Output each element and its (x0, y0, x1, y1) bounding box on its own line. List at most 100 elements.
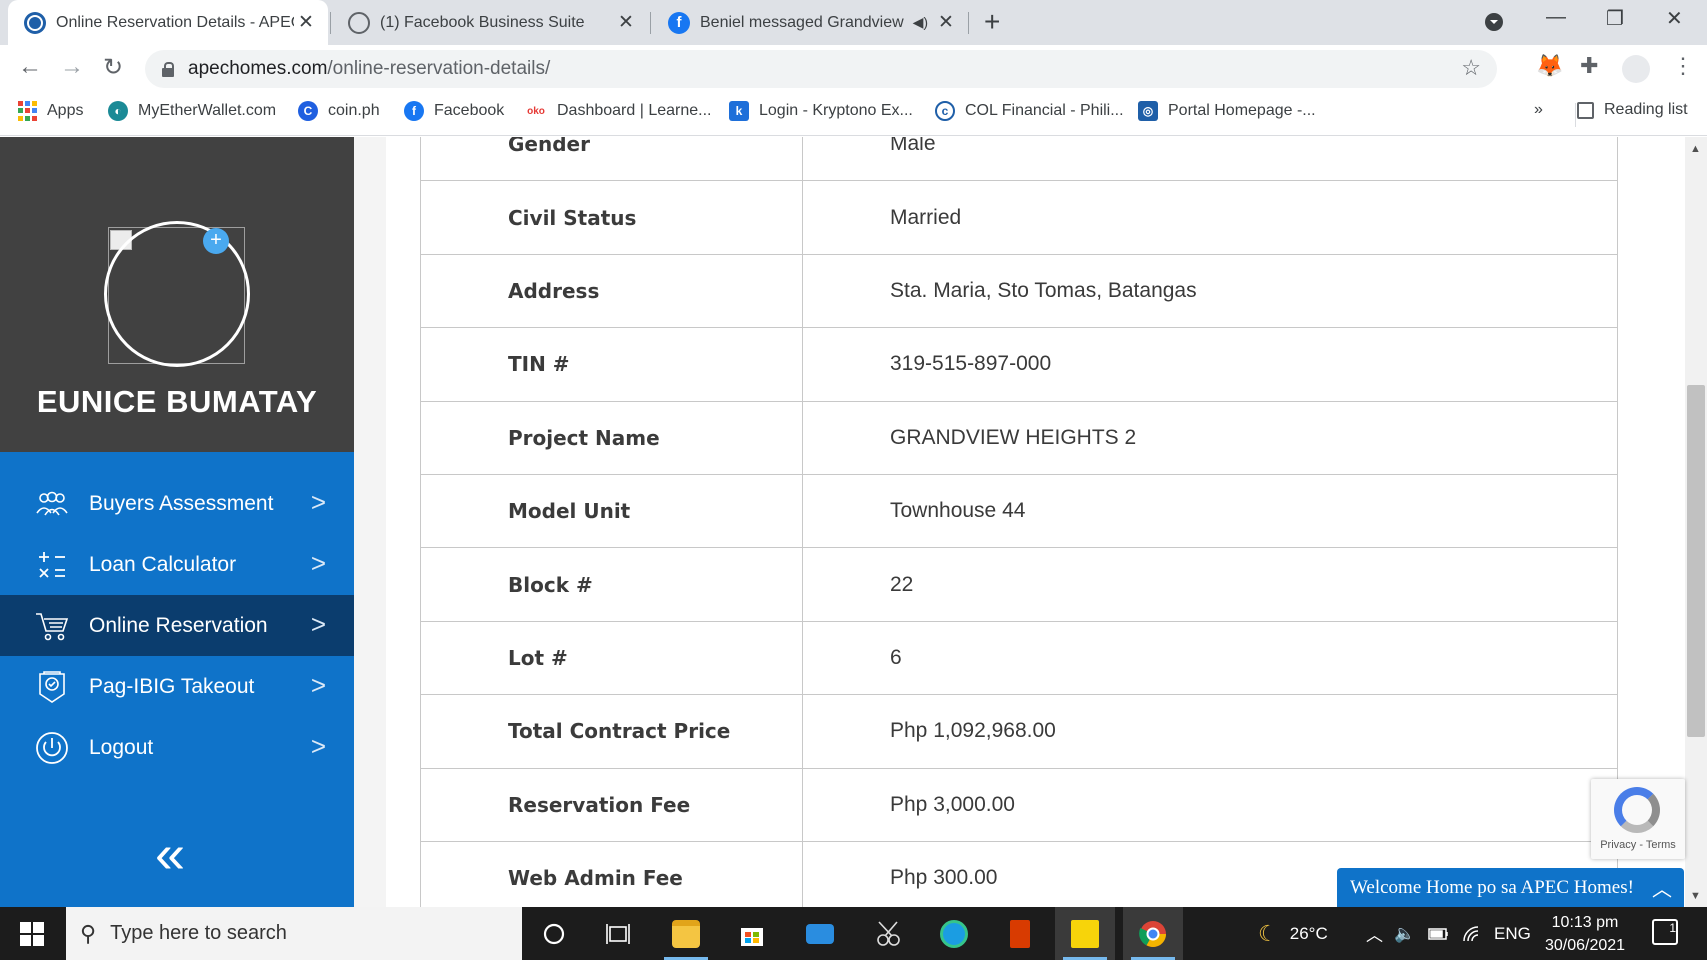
bookmark-star-icon[interactable]: ☆ (1461, 55, 1481, 81)
battery-icon[interactable] (1428, 907, 1450, 960)
mail-icon[interactable] (790, 907, 850, 960)
collapse-sidebar-icon[interactable]: « (155, 827, 185, 881)
bookmark-dashboard[interactable]: oko Dashboard | Learne... (525, 101, 711, 121)
clock-time: 10:13 pm (1551, 914, 1619, 931)
edge-icon[interactable] (924, 907, 984, 960)
reading-list-icon (1577, 101, 1594, 119)
speaker-icon[interactable]: ◀) (913, 14, 928, 31)
task-view-icon[interactable] (588, 907, 648, 960)
chevron-up-icon[interactable]: ︿ (1652, 873, 1672, 902)
facebook-icon: f (668, 11, 690, 34)
col-financial-icon: c (935, 101, 955, 121)
store-icon[interactable] (722, 907, 782, 960)
reservation-details: Gender Male Civil Status Married Address Sta.… (420, 137, 1618, 907)
myetherwallet-icon: ◐ (108, 101, 128, 121)
recaptcha-badge[interactable]: Privacy - Terms (1591, 779, 1685, 859)
profile-header: + EUNICE BUMATAY (0, 137, 354, 452)
bookmark-portal[interactable]: ◎ Portal Homepage -... (1138, 101, 1316, 121)
forward-icon[interactable]: → (60, 53, 84, 81)
bookmark-label: Dashboard | Learne... (557, 102, 712, 119)
scrollbar-thumb[interactable] (1687, 385, 1705, 737)
profile-avatar[interactable] (1622, 55, 1650, 83)
close-tab-icon[interactable]: ✕ (614, 11, 638, 34)
sidebar-item-online-reservation[interactable]: Online Reservation > (0, 595, 354, 656)
clock[interactable]: 10:13 pm 30/06/2021 (1530, 911, 1640, 957)
menu-label: Buyers Assessment (89, 491, 274, 515)
windows-start-icon[interactable] (20, 922, 44, 946)
chevron-right-icon: > (310, 487, 326, 517)
more-bookmarks-button[interactable]: » (1534, 101, 1543, 119)
volume-icon[interactable]: 🔈 (1394, 907, 1415, 960)
bookmark-coinph[interactable]: C coin.ph (298, 101, 380, 121)
bookmark-col-financial[interactable]: c COL Financial - Phili... (935, 101, 1124, 121)
upload-photo-icon[interactable]: + (203, 228, 229, 254)
close-window-icon[interactable]: ✕ (1666, 6, 1683, 31)
extensions-icon[interactable]: ✚ (1580, 53, 1598, 79)
sticky-notes-icon[interactable] (1055, 907, 1115, 960)
sidebar-item-logout[interactable]: Logout > (0, 717, 354, 778)
address-bar[interactable]: apechomes.com/online-reservation-details… (145, 50, 1497, 88)
close-tab-icon[interactable]: ✕ (294, 11, 318, 34)
metamask-icon[interactable]: 🦊 (1536, 53, 1563, 79)
new-tab-button[interactable]: + (984, 6, 1000, 38)
bookmark-label: Apps (47, 102, 84, 119)
wifi-icon[interactable] (1462, 907, 1482, 960)
detail-label: Reservation Fee (420, 767, 803, 842)
tab-search-icon[interactable] (1484, 12, 1504, 38)
detail-label: Lot # (420, 620, 803, 696)
detail-label: Gender (420, 137, 803, 182)
tab-title: (1) Facebook Business Suite (380, 13, 585, 31)
reload-icon[interactable]: ↻ (103, 53, 123, 82)
reading-list-button[interactable]: Reading list (1575, 101, 1688, 119)
snipping-tool-icon[interactable] (858, 907, 918, 960)
tab-facebook-business[interactable]: (1) Facebook Business Suite ✕ (332, 0, 648, 45)
search-placeholder: Type here to search (110, 922, 287, 944)
weather-widget[interactable]: ☾ 26°C (1258, 907, 1328, 960)
detail-value: 319-515-897-000 (802, 327, 1618, 402)
bookmark-label: COL Financial - Phili... (965, 102, 1124, 119)
detail-label: Web Admin Fee (420, 840, 803, 907)
browser-tab-strip: Online Reservation Details - APEC ✕ (1) … (0, 0, 1707, 45)
language-indicator[interactable]: ENG (1494, 907, 1531, 960)
scroll-up-icon[interactable]: ▲ (1690, 143, 1701, 155)
taskbar-search[interactable]: ⚲ Type here to search (66, 907, 522, 960)
show-hidden-icons[interactable]: ︿ (1366, 907, 1383, 960)
clock-date: 30/06/2021 (1544, 937, 1626, 954)
more-menu-icon[interactable]: ⋮ (1672, 53, 1694, 79)
detail-value: Married (802, 180, 1618, 255)
chevron-right-icon: > (310, 609, 326, 639)
minimize-icon[interactable]: — (1546, 6, 1566, 29)
portal-icon: ◎ (1138, 101, 1158, 121)
tab-facebook-message[interactable]: f Beniel messaged Grandview ◀) ✕ (652, 0, 968, 45)
chrome-icon[interactable] (1123, 907, 1183, 960)
close-tab-icon[interactable]: ✕ (934, 11, 958, 34)
bookmark-apps[interactable]: Apps (18, 101, 83, 121)
sidebar-item-pagibig-takeout[interactable]: Pag-IBIG Takeout > (0, 656, 354, 717)
detail-label: Civil Status (420, 180, 803, 255)
reading-list-label: Reading list (1604, 101, 1688, 118)
tab-title: Online Reservation Details - APEC (56, 13, 294, 31)
bookmark-facebook[interactable]: f Facebook (404, 101, 504, 121)
recaptcha-icon (1614, 787, 1660, 833)
sidebar-item-buyers-assessment[interactable]: Buyers Assessment > (0, 473, 354, 534)
detail-value: Php 1,092,968.00 (802, 694, 1618, 769)
table-row: TIN #319-515-897-000 (420, 327, 1618, 402)
scroll-down-icon[interactable]: ▼ (1690, 890, 1701, 902)
bookmarks-bar: Apps ◐ MyEtherWallet.com C coin.ph f Fac… (0, 93, 1707, 136)
back-icon[interactable]: ← (18, 53, 42, 81)
chat-widget[interactable]: Welcome Home po sa APEC Homes! ︿ (1337, 868, 1684, 907)
bookmark-label: MyEtherWallet.com (138, 102, 277, 119)
chevron-right-icon: > (310, 670, 326, 700)
coinph-icon: C (298, 101, 318, 121)
cortana-icon[interactable] (524, 907, 584, 960)
restore-icon[interactable]: ❐ (1606, 6, 1624, 31)
recaptcha-links[interactable]: Privacy - Terms (1591, 839, 1685, 851)
tab-online-reservation[interactable]: Online Reservation Details - APEC ✕ (8, 0, 328, 45)
sidebar-item-loan-calculator[interactable]: Loan Calculator > (0, 534, 354, 595)
file-explorer-icon[interactable] (656, 907, 716, 960)
notification-center-icon[interactable]: 1 (1652, 919, 1678, 945)
bookmark-kryptono[interactable]: k Login - Kryptono Ex... (729, 101, 913, 121)
bookmark-myetherwallet[interactable]: ◐ MyEtherWallet.com (108, 101, 276, 121)
table-row: Block #22 (420, 547, 1618, 622)
office-icon[interactable] (990, 907, 1050, 960)
